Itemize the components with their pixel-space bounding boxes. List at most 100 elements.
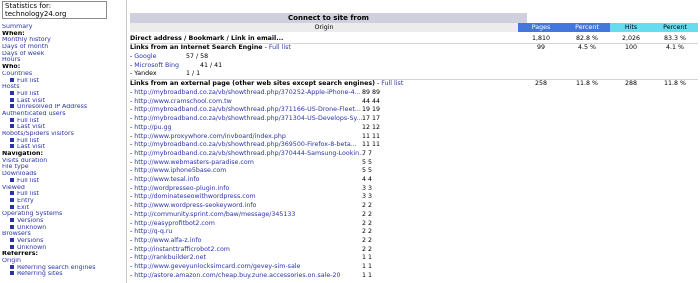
link-pages: 11 xyxy=(362,132,371,140)
link-pages: 17 xyxy=(362,115,371,123)
external-link-url[interactable]: http://mybroadband.co.za/vb/showthread.p… xyxy=(134,150,365,157)
sidebar-item[interactable]: Referring search engines xyxy=(2,264,116,272)
sidebar-nav: Summary When: Monthly history Days of month… xyxy=(2,24,116,278)
bullet-icon xyxy=(10,191,14,196)
external-pages-full-list-link[interactable]: Full list xyxy=(381,80,403,87)
external-link-url[interactable]: http://mybroadband.co.za/vb/showthread.p… xyxy=(134,115,362,122)
sidebar-item[interactable]: Entry xyxy=(2,197,116,205)
external-link-url[interactable]: http://community.sprint.com/baw/message/… xyxy=(134,211,295,218)
sidebar-item[interactable]: Full list xyxy=(2,77,116,85)
external-percent: 11.8 % xyxy=(575,80,598,87)
engine-hits: 41 xyxy=(214,61,223,69)
external-link-row: - http://community.sprint.com/baw/messag… xyxy=(130,210,296,218)
sidebar-item-label: Full list xyxy=(17,77,40,84)
search-engine-name: Yandex xyxy=(134,70,157,78)
external-link-url[interactable]: http://www.iphone5base.com xyxy=(134,167,226,174)
external-link-url[interactable]: http://easyprofitbot2.com xyxy=(134,220,215,227)
link-pages: 44 xyxy=(362,97,371,105)
search-engines-full-list-link[interactable]: Full list xyxy=(269,44,291,51)
external-link-url[interactable]: http://www.geveyunlocksimcard.com/gevey-… xyxy=(134,263,300,270)
sidebar-item[interactable]: Origin xyxy=(2,258,116,265)
sidebar-item-label: Unresolved IP Address xyxy=(17,104,88,111)
sidebar-item: Navigation: xyxy=(2,151,116,158)
external-link-url[interactable]: http://www.tesal.info xyxy=(134,176,199,183)
external-link-url[interactable]: http://mybroadband.co.za/vb/showthread.p… xyxy=(134,106,361,113)
sidebar-item[interactable]: Last visit xyxy=(2,124,116,131)
external-link-url[interactable]: http://www.cramschool.com.tw xyxy=(134,98,231,105)
sidebar-item[interactable]: Unresolved IP Address xyxy=(2,104,116,111)
bullet-icon xyxy=(10,144,14,149)
sidebar-item[interactable]: Monthly history xyxy=(2,37,116,44)
link-hits: 5 xyxy=(368,167,373,175)
sidebar-item[interactable]: Viewed xyxy=(2,185,116,192)
external-link-url[interactable]: http://mybroadband.co.za/vb/showthread.p… xyxy=(134,89,360,96)
external-link-row: - http://mybroadband.co.za/vb/showthread… xyxy=(130,115,363,123)
external-link-counts: 1 1 xyxy=(362,254,372,263)
external-link-url[interactable]: http://instanttrafficrobot2.com xyxy=(134,246,230,253)
sidebar-item[interactable]: Referring sites xyxy=(2,271,116,278)
external-link-row: - http://instanttrafficrobot2.com xyxy=(130,245,230,253)
sidebar-item[interactable]: Visits duration xyxy=(2,158,116,165)
sidebar-item[interactable]: Full list xyxy=(2,117,116,125)
bullet-icon xyxy=(10,77,14,82)
bullet-icon xyxy=(10,224,14,229)
sidebar-item[interactable]: Hours xyxy=(2,57,116,64)
search-engine-name[interactable]: Google xyxy=(134,53,156,60)
sidebar-item[interactable]: Hosts xyxy=(2,84,116,91)
sidebar-item[interactable]: Authenticated users xyxy=(2,111,116,118)
external-link-url[interactable]: http://www.wordpress-seokeyword.info xyxy=(134,202,256,209)
sidebar-item[interactable]: Days of month xyxy=(2,44,116,51)
external-link-url[interactable]: http://www.webmasters-paradise.com xyxy=(134,159,254,166)
external-link-url[interactable]: http://www.proxywhore.com/invboard/index… xyxy=(134,133,286,140)
engine-pages: 57 xyxy=(186,53,195,60)
col-header-origin: Origin xyxy=(130,23,518,32)
sidebar-item[interactable]: Days of week xyxy=(2,51,116,58)
sidebar-item[interactable]: Exit xyxy=(2,204,116,212)
sidebar-item[interactable]: Versions xyxy=(2,238,116,245)
sidebar-item[interactable]: Downloads xyxy=(2,171,116,178)
bullet-icon xyxy=(10,217,14,222)
col-header-hits-percent: Percent xyxy=(652,23,698,32)
direct-hits-percent: 83.3 % xyxy=(663,35,686,42)
sidebar-item-label: Entry xyxy=(17,197,34,204)
sidebar-item[interactable]: Robots/Spiders visitors xyxy=(2,131,116,138)
sidebar-item[interactable]: Last visit xyxy=(2,144,116,151)
external-link-url[interactable]: http://q-q.ru xyxy=(134,228,172,235)
bullet-icon xyxy=(10,177,14,182)
sidebar-item[interactable]: Full list xyxy=(2,177,116,185)
sidebar-item[interactable]: Last visit xyxy=(2,97,116,105)
sidebar-item[interactable]: Full list xyxy=(2,191,116,198)
external-link-counts: 4 4 xyxy=(362,176,372,185)
link-hits: 4 xyxy=(368,176,373,183)
sidebar-item[interactable]: Unknown xyxy=(2,224,116,232)
external-link-url[interactable]: http://wordpresseo-plugin.info xyxy=(134,185,229,192)
sidebar-item-label: Versions xyxy=(17,238,44,244)
external-link-counts: 1 1 xyxy=(362,263,372,272)
external-link-url[interactable]: http://mybroadband.co.za/vb/showthread.p… xyxy=(134,141,356,148)
sidebar-item-label: Hours xyxy=(2,57,21,64)
sidebar-item-label: Browsers xyxy=(2,231,31,238)
search-engine-name[interactable]: Microsoft Bing xyxy=(134,62,179,69)
sidebar-item[interactable]: File type xyxy=(2,164,116,171)
link-hits: 1 xyxy=(368,254,373,262)
engine-hits: 58 xyxy=(200,53,209,60)
sidebar-item[interactable]: Unknown xyxy=(2,244,116,252)
sidebar-item[interactable]: Summary xyxy=(2,24,116,31)
sidebar-item[interactable]: Versions xyxy=(2,217,116,225)
sidebar-item-label: Origin xyxy=(2,258,22,265)
sidebar-item[interactable]: Full list xyxy=(2,137,116,145)
external-link-url[interactable]: http://astore.amazon.com/cheap.buy.zune.… xyxy=(134,272,340,279)
sidebar-item[interactable]: Full list xyxy=(2,90,116,98)
external-link-url[interactable]: http://www.alfa-z.info xyxy=(134,237,201,244)
external-link-url[interactable]: http://dominateseowithwordpress.com xyxy=(134,193,255,200)
external-link-counts: 2 2 xyxy=(362,202,372,211)
sidebar-item[interactable]: Operating Systems xyxy=(2,211,116,218)
link-pages: 12 xyxy=(362,123,371,131)
external-link-counts: 12 12 xyxy=(362,124,380,133)
external-link-url[interactable]: http://rankbuilder2.net xyxy=(134,254,206,261)
sidebar-item[interactable]: Countries xyxy=(2,71,116,78)
external-link-url[interactable]: http://pu.gg xyxy=(134,124,171,131)
external-link-counts: 19 19 xyxy=(362,106,380,115)
sidebar-item[interactable]: Browsers xyxy=(2,231,116,238)
bullet-icon xyxy=(10,204,14,209)
